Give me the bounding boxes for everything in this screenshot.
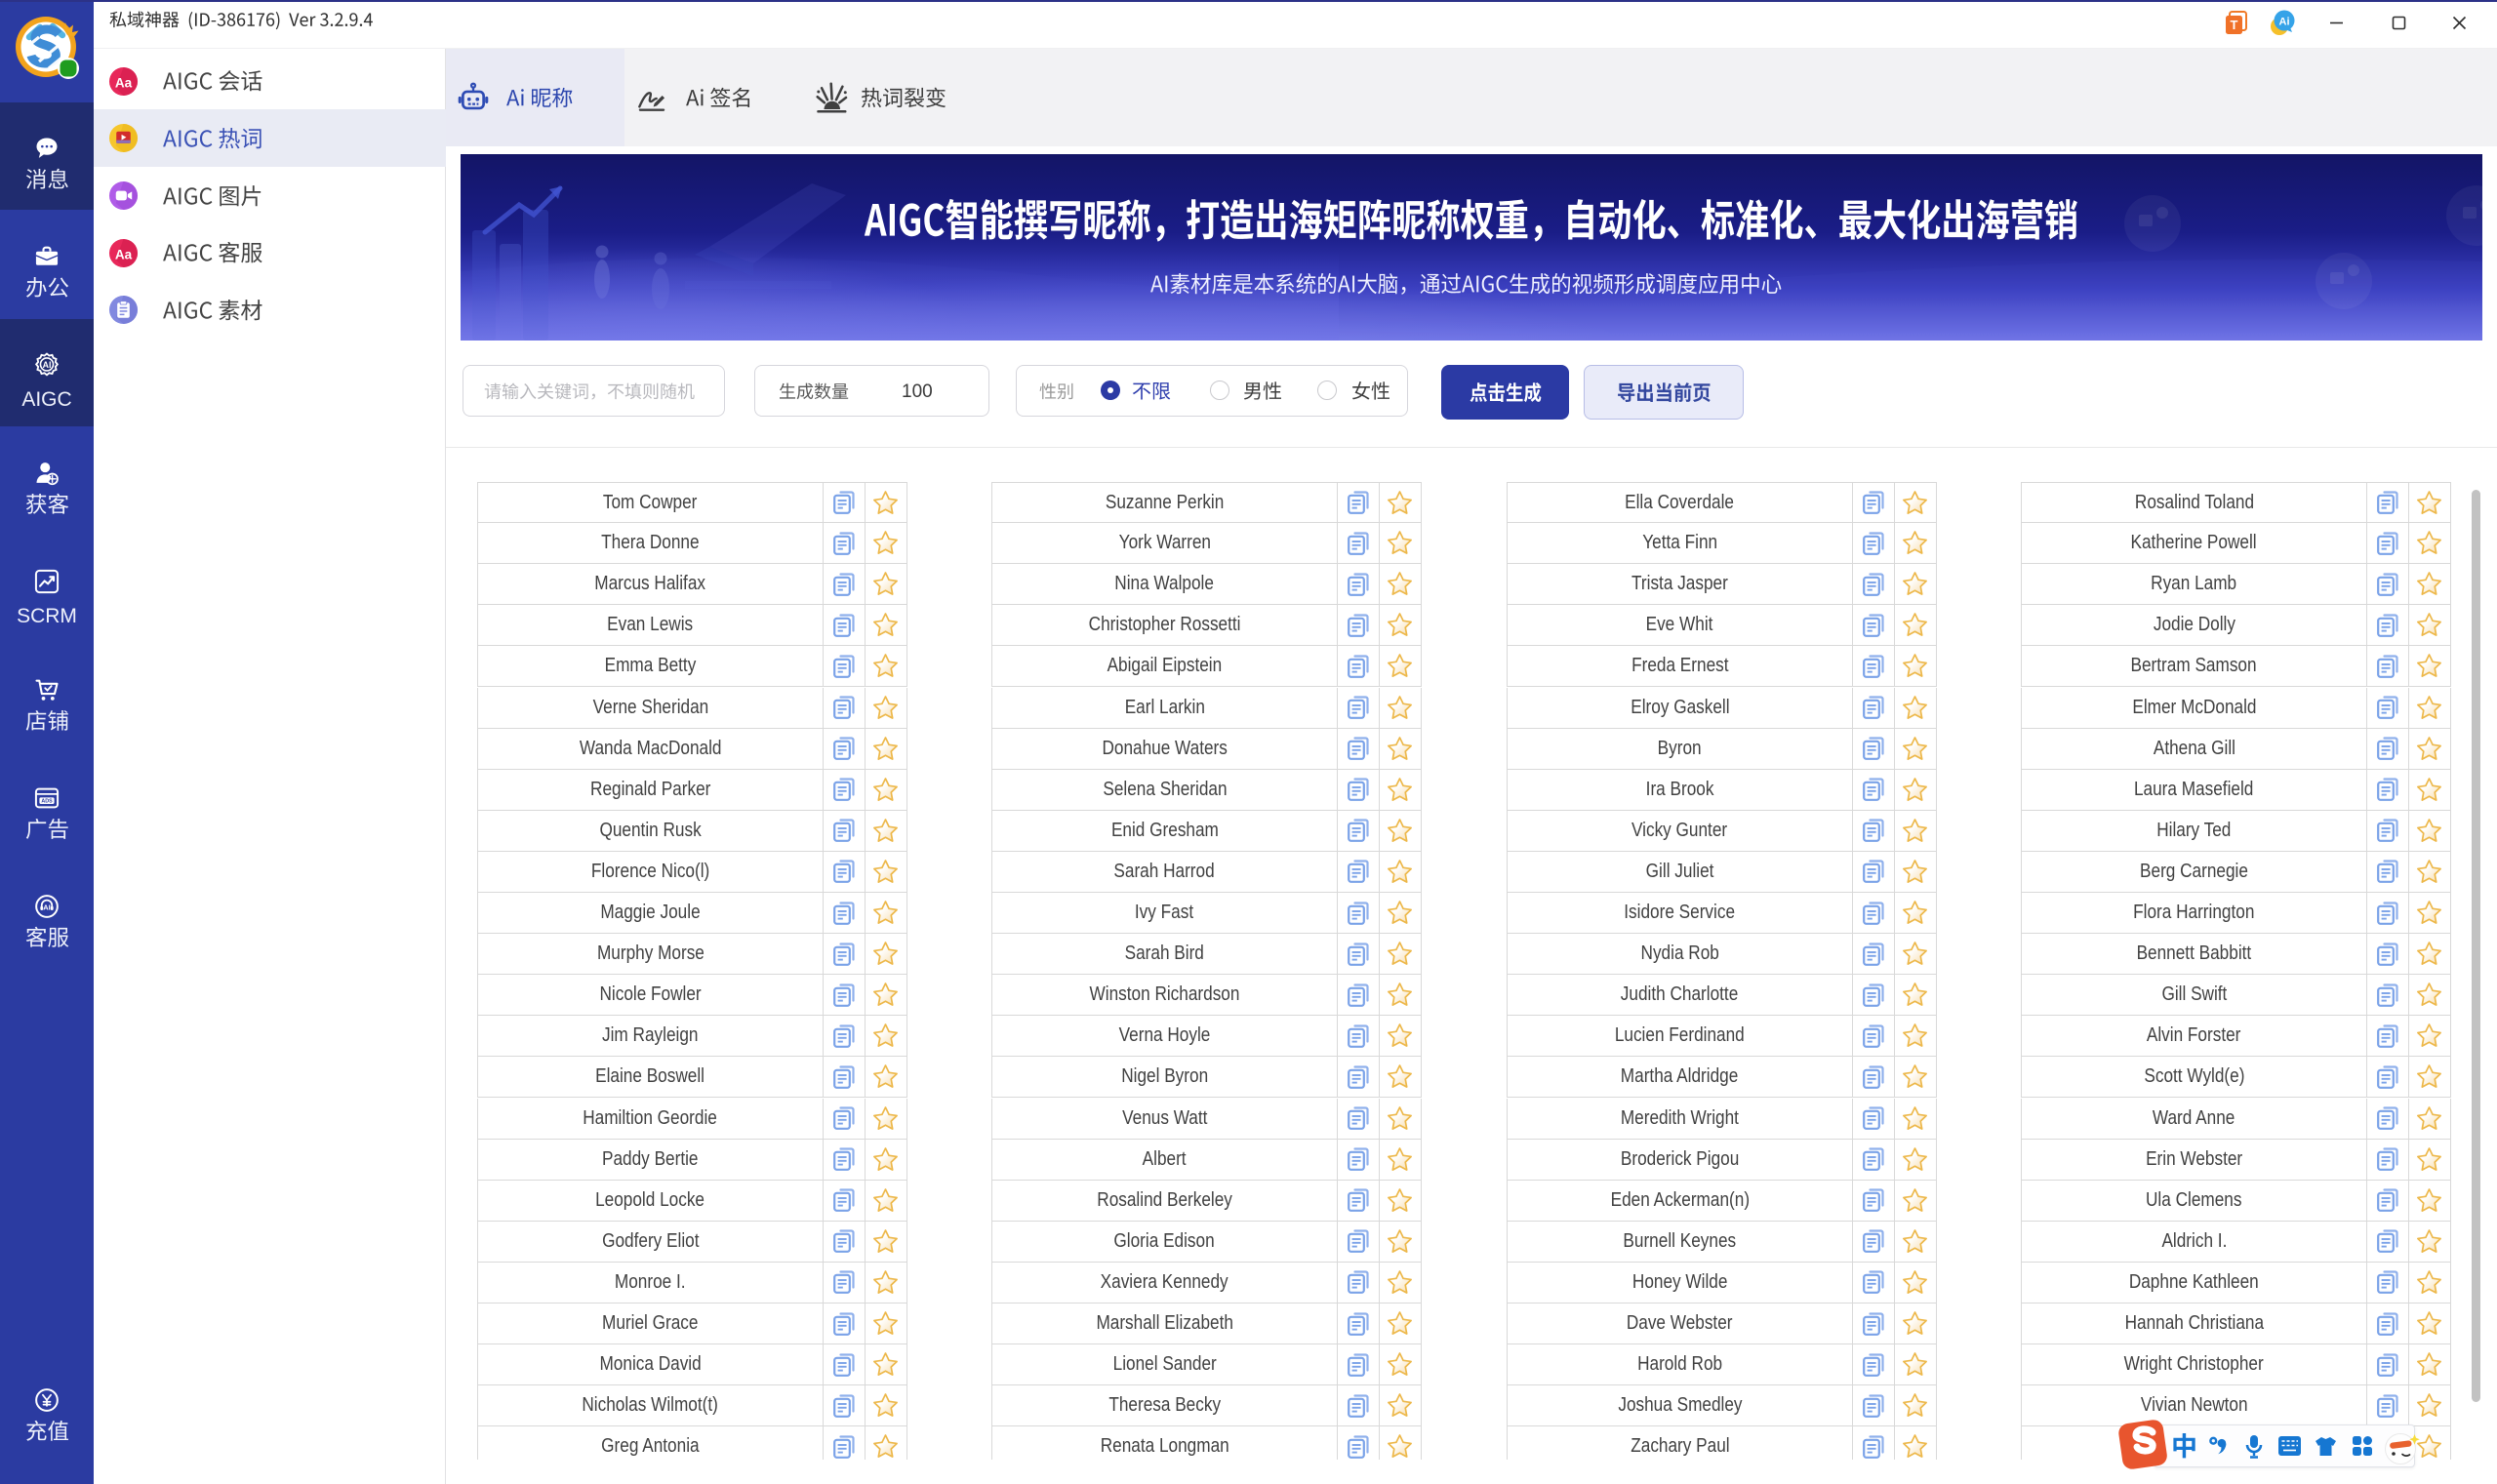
svg-text:Ai: Ai [2279,17,2290,28]
svg-text:T: T [2231,18,2238,32]
